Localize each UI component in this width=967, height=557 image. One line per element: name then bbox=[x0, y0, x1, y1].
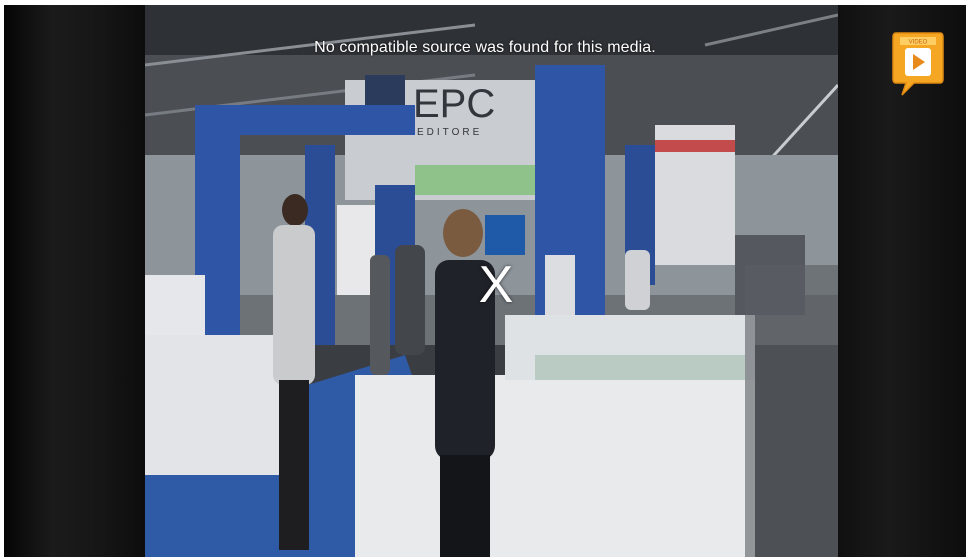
booth-subsign: EDITORE bbox=[417, 127, 482, 138]
error-message: No compatible source was found for this … bbox=[314, 39, 656, 56]
player-logo-icon[interactable]: VIDEO bbox=[892, 31, 944, 97]
video-player[interactable]: EPC EDITORE No compatible source was fou… bbox=[4, 5, 966, 557]
booth-sign: EPC bbox=[413, 82, 495, 126]
close-button[interactable]: X bbox=[474, 255, 518, 315]
badge-text: VIDEO bbox=[909, 40, 928, 46]
